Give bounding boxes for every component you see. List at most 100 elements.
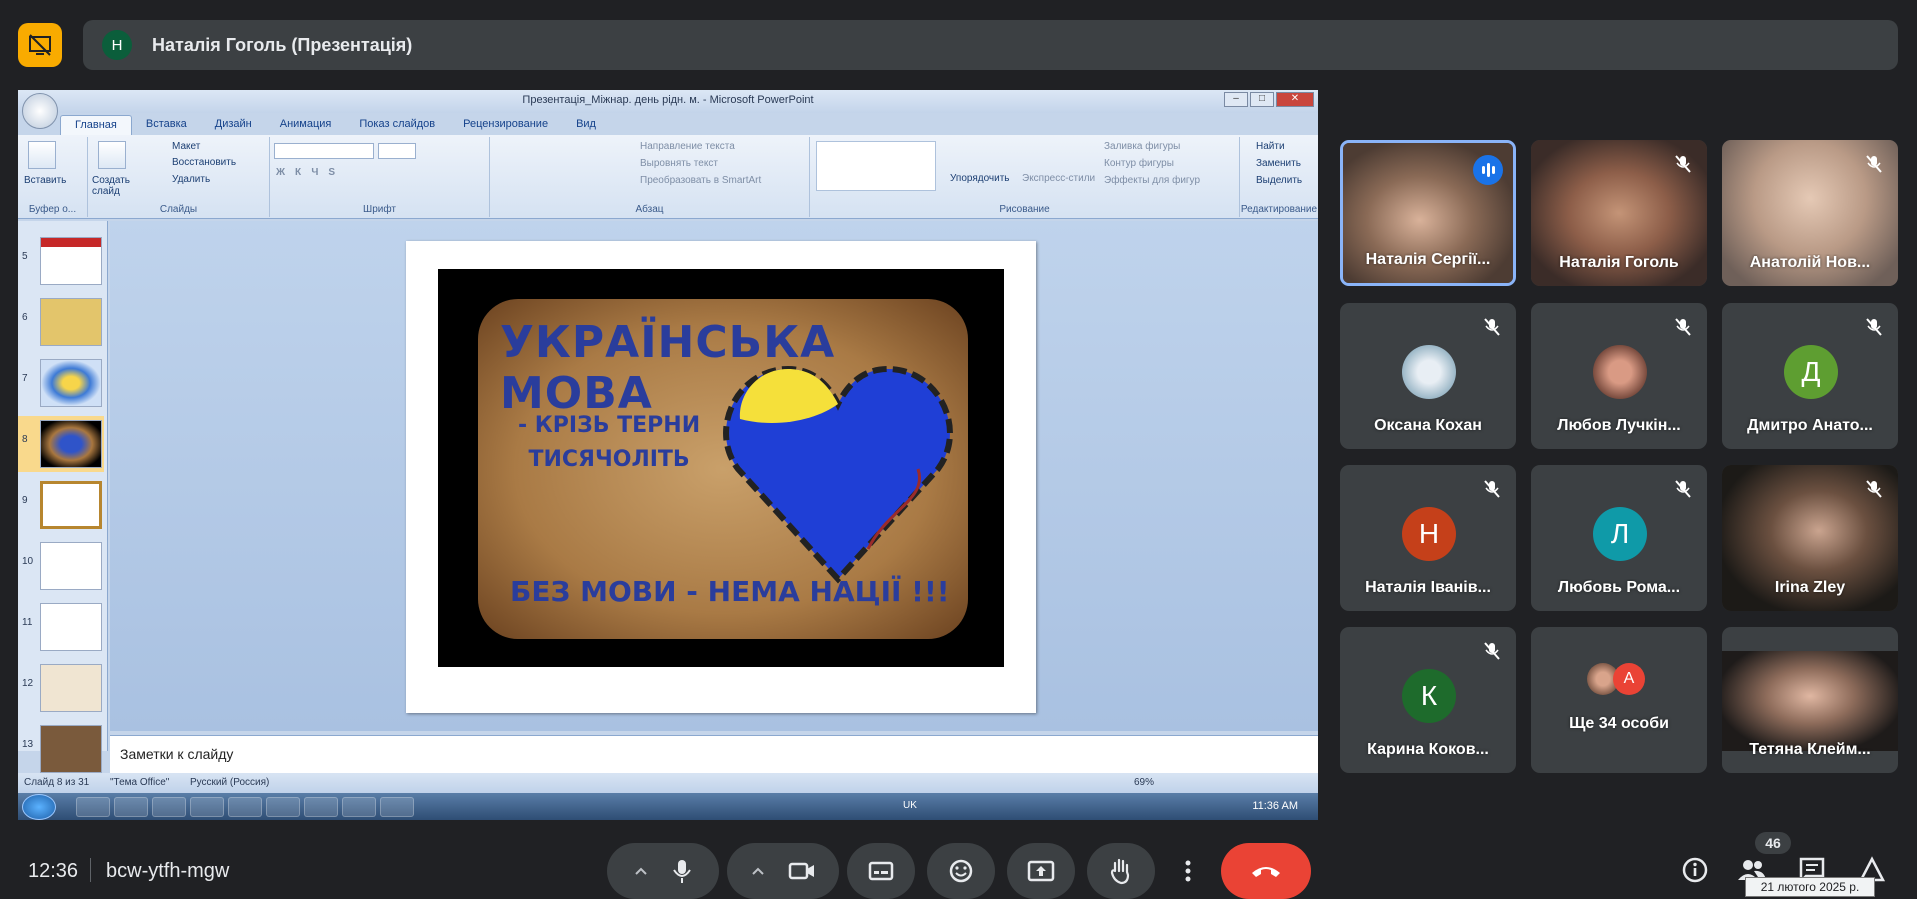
mic-off-icon [1484, 480, 1500, 498]
shape-fill-button[interactable]: Заливка фигуры [1104, 141, 1180, 152]
create-slide-button[interactable]: Создать слайд [92, 175, 138, 197]
tab-slideshow[interactable]: Показ слайдов [345, 115, 449, 135]
captions-button[interactable] [847, 843, 915, 899]
participant-name: Наталія Гоголь [1559, 254, 1679, 271]
ccleaner-icon[interactable] [266, 797, 300, 817]
maximize-icon[interactable]: □ [1250, 92, 1274, 107]
more-participants-tile[interactable]: А Ще 34 особи [1531, 627, 1707, 773]
slide-number: 12 [22, 678, 34, 689]
slide-number: 13 [22, 739, 34, 750]
powerpoint-icon[interactable] [342, 797, 376, 817]
text-direction-button[interactable]: Направление текста [640, 141, 735, 152]
divider [90, 858, 91, 882]
chevron-up-icon[interactable] [750, 863, 766, 879]
microphone-icon[interactable] [671, 858, 693, 884]
layout-button[interactable]: Макет [172, 141, 200, 152]
slide-thumb[interactable]: 7 [18, 355, 104, 411]
participant-tile[interactable]: Л Любовь Рома... [1531, 465, 1707, 611]
participant-tile[interactable]: Наталія Сергії... [1340, 140, 1516, 286]
chrome-icon[interactable] [228, 797, 262, 817]
shape-effects-button[interactable]: Эффекты для фигур [1104, 175, 1200, 186]
slide-thumb[interactable]: 12 [18, 660, 104, 716]
notes-pane[interactable]: Заметки к слайду [110, 735, 1318, 773]
viber-icon[interactable] [190, 797, 224, 817]
slide-thumb[interactable]: 5 [18, 233, 104, 289]
replace-button[interactable]: Заменить [1256, 158, 1301, 169]
present-screen-icon [1027, 860, 1055, 882]
select-button[interactable]: Выделить [1256, 175, 1302, 186]
font-size-select[interactable] [378, 143, 416, 159]
tab-view[interactable]: Вид [562, 115, 610, 135]
office-button[interactable] [22, 93, 58, 129]
more-participants-label: Ще 34 особи [1569, 715, 1669, 732]
media-player-icon[interactable] [76, 797, 110, 817]
tab-review[interactable]: Рецензирование [449, 115, 562, 135]
slide-thumb[interactable]: 10 [18, 538, 104, 594]
current-slide[interactable]: УКРАЇНСЬКА МОВА - КРІЗЬ ТЕРНИ ТИСЯЧОЛІТЬ… [406, 241, 1036, 713]
app-icon[interactable] [152, 797, 186, 817]
tab-insert[interactable]: Вставка [132, 115, 201, 135]
align-text-button[interactable]: Выровнять текст [640, 158, 718, 169]
shapes-gallery[interactable] [816, 141, 936, 191]
participant-tile[interactable]: Оксана Кохан [1340, 303, 1516, 449]
slide-editor[interactable]: УКРАЇНСЬКА МОВА - КРІЗЬ ТЕРНИ ТИСЯЧОЛІТЬ… [110, 221, 1318, 731]
slide-thumb[interactable]: 11 [18, 599, 104, 655]
chevron-up-icon[interactable] [633, 863, 649, 879]
tab-design[interactable]: Дизайн [201, 115, 266, 135]
smartart-button[interactable]: Преобразовать в SmartArt [640, 175, 761, 186]
present-button[interactable] [1007, 843, 1075, 899]
leave-call-button[interactable] [1221, 843, 1311, 899]
delete-button[interactable]: Удалить [172, 174, 210, 185]
mic-off-icon [1484, 642, 1500, 660]
avatar [1593, 345, 1647, 399]
avatar: А [1613, 663, 1645, 695]
minimize-icon[interactable]: – [1224, 92, 1248, 107]
find-button[interactable]: Найти [1256, 141, 1285, 152]
tab-home[interactable]: Главная [60, 115, 132, 135]
slide-thumb[interactable]: 13 [18, 721, 104, 777]
start-icon[interactable] [22, 794, 56, 820]
participant-tile[interactable]: Любов Лучкін... [1531, 303, 1707, 449]
paste-button[interactable]: Вставить [24, 175, 66, 186]
participant-tile[interactable]: Irina Zley [1722, 465, 1898, 611]
zoom-level[interactable]: 69% [1134, 777, 1154, 788]
participant-tile[interactable]: Тетяна Клейм... [1722, 627, 1898, 773]
express-styles-button[interactable]: Экспресс-стили [1022, 173, 1095, 184]
windows-taskbar: UK 11:36 AM [18, 793, 1318, 820]
close-icon[interactable]: ✕ [1276, 92, 1314, 107]
slide-thumb-selected[interactable]: 8 [18, 416, 104, 472]
paint-icon[interactable] [304, 797, 338, 817]
word-icon[interactable] [380, 797, 414, 817]
font-label: Шрифт [363, 204, 396, 215]
camera-icon[interactable] [788, 860, 816, 882]
keyboard-layout[interactable]: UK [903, 800, 917, 811]
participant-tile[interactable]: Н Наталія Іванів... [1340, 465, 1516, 611]
participant-tile[interactable]: Наталія Гоголь [1531, 140, 1707, 286]
participant-tile[interactable]: Д Дмитро Анато... [1722, 303, 1898, 449]
raise-hand-button[interactable] [1087, 843, 1155, 899]
font-family-select[interactable] [274, 143, 374, 159]
more-options-button[interactable] [1163, 843, 1213, 899]
slide-title: УКРАЇНСЬКА МОВА [500, 317, 836, 419]
tab-animation[interactable]: Анимация [266, 115, 346, 135]
font-format-icons[interactable]: ЖКЧS [276, 167, 345, 178]
date-tooltip: 21 лютого 2025 р. [1745, 877, 1875, 897]
slide-thumb[interactable]: 6 [18, 294, 104, 350]
editing-group: Найти Заменить Выделить Редактирование [1240, 137, 1318, 217]
arrange-button[interactable]: Упорядочить [950, 173, 1010, 184]
reactions-button[interactable] [927, 843, 995, 899]
drawing-group: Упорядочить Экспресс-стили Заливка фигур… [810, 137, 1240, 217]
participant-tile[interactable]: К Карина Коков... [1340, 627, 1516, 773]
shape-outline-button[interactable]: Контур фигуры [1104, 158, 1174, 169]
paste-icon[interactable] [28, 141, 56, 169]
participant-tile[interactable]: Анатолій Нов... [1722, 140, 1898, 286]
presentation-icon[interactable] [18, 23, 62, 67]
meeting-code[interactable]: bcw-ytfh-mgw [106, 860, 229, 883]
restore-button[interactable]: Восстановить [172, 157, 236, 168]
new-slide-icon[interactable] [98, 141, 126, 169]
slides-group: Создать слайд Макет Восстановить Удалить… [88, 137, 270, 217]
mic-off-icon [1675, 155, 1691, 173]
info-icon[interactable] [1681, 856, 1709, 884]
slide-thumb[interactable]: 9 [18, 477, 104, 533]
folder-icon[interactable] [114, 797, 148, 817]
